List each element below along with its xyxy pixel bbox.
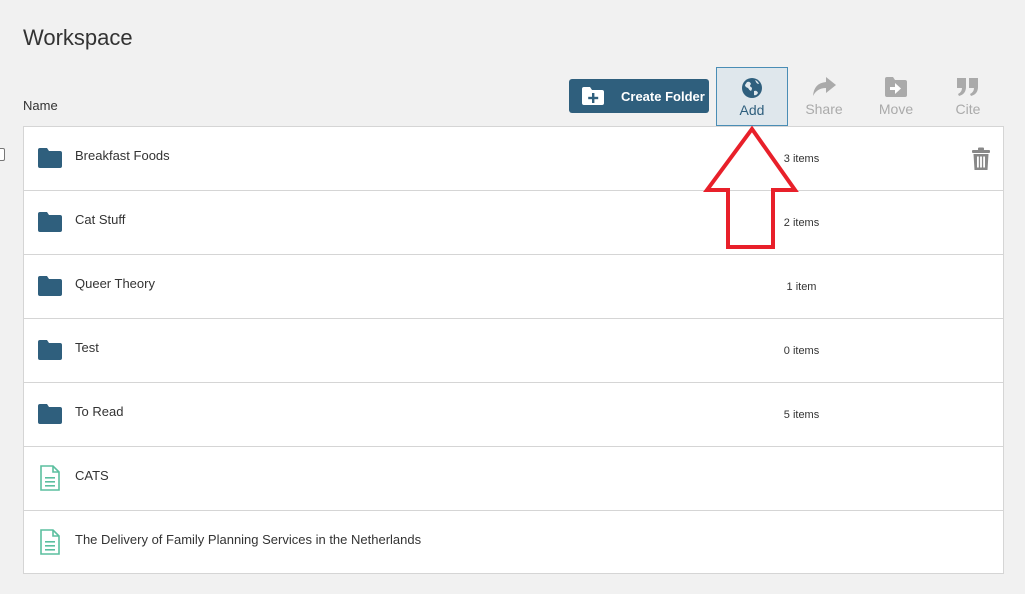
folder-plus-icon	[582, 87, 604, 105]
share-arrow-icon	[813, 77, 836, 96]
workspace-page: Workspace Name Create Folder Add Share M…	[0, 0, 1025, 594]
document-icon	[40, 465, 60, 491]
item-name: CATS	[75, 468, 109, 483]
create-folder-label: Create Folder	[621, 88, 705, 104]
folder-icon	[38, 404, 62, 424]
item-name: Queer Theory	[75, 276, 155, 291]
list-item-document[interactable]: The Delivery of Family Planning Services…	[24, 511, 1003, 573]
list-item-folder[interactable]: Cat Stuff 2 items	[24, 191, 1003, 255]
document-icon	[40, 529, 60, 555]
share-label: Share	[805, 101, 843, 117]
move-folder-icon	[885, 77, 907, 97]
folder-icon	[38, 212, 62, 232]
item-count: 0 items	[783, 345, 820, 357]
item-name: The Delivery of Family Planning Services…	[75, 532, 422, 547]
share-button[interactable]: Share	[789, 67, 859, 125]
list-item-folder[interactable]: Test 0 items	[24, 319, 1003, 383]
list-item-document[interactable]: CATS	[24, 447, 1003, 511]
folder-icon	[38, 276, 62, 296]
create-folder-button[interactable]: Create Folder	[569, 79, 709, 113]
item-name: Cat Stuff	[75, 212, 126, 227]
folder-icon	[38, 148, 62, 168]
move-button[interactable]: Move	[861, 67, 931, 125]
trash-icon[interactable]	[970, 147, 992, 171]
item-count: 5 items	[783, 409, 820, 421]
move-label: Move	[878, 101, 914, 117]
item-name: Test	[75, 340, 99, 355]
item-name: Breakfast Foods	[75, 148, 170, 163]
add-label: Add	[739, 102, 765, 118]
workspace-item-list: Breakfast Foods 3 items Cat Stuff 2 item…	[23, 126, 1004, 574]
folder-icon	[38, 340, 62, 360]
list-item-folder[interactable]: Breakfast Foods 3 items	[24, 127, 1003, 191]
item-name: To Read	[75, 404, 124, 419]
cite-label: Cite	[955, 101, 981, 117]
list-item-folder[interactable]: Queer Theory 1 item	[24, 255, 1003, 319]
item-count: 2 items	[783, 217, 820, 229]
select-all-checkbox[interactable]	[0, 148, 5, 161]
page-title: Workspace	[23, 25, 133, 50]
globe-icon	[742, 78, 762, 98]
list-item-folder[interactable]: To Read 5 items	[24, 383, 1003, 447]
add-button[interactable]: Add	[716, 67, 788, 126]
item-count: 3 items	[783, 153, 820, 165]
quote-icon	[957, 78, 978, 96]
name-column-header[interactable]: Name	[23, 98, 58, 113]
item-count: 1 item	[786, 281, 817, 293]
cite-button[interactable]: Cite	[933, 67, 1003, 125]
